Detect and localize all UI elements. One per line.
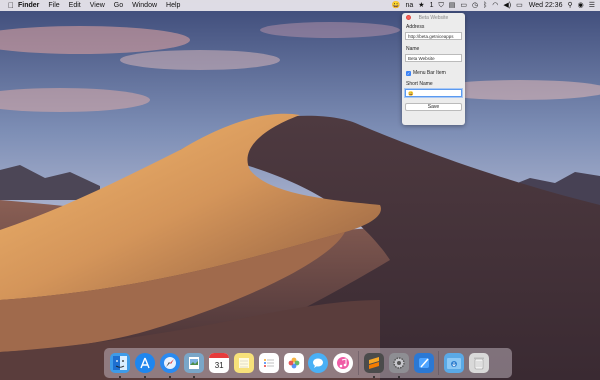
battery-icon[interactable]: ▭ (516, 0, 523, 11)
one-status-icon[interactable]: 1 (430, 0, 434, 11)
notification-center-icon[interactable]: ☰ (589, 0, 595, 11)
status-text[interactable]: na (405, 0, 413, 11)
short-name-label: Short Name (406, 81, 433, 87)
shield-status-icon[interactable]: ⛉ (438, 0, 443, 11)
desktop-wallpaper (0, 0, 600, 380)
menu-clock[interactable]: Wed 22:36 (529, 2, 563, 9)
menu-bar-item-checkbox[interactable]: ✓ Menu Bar Item (406, 70, 446, 76)
menu-go[interactable]: Go (114, 2, 123, 9)
popover-titlebar: Beta Website (402, 13, 465, 22)
name-field[interactable]: Beta Website (405, 54, 462, 62)
time-machine-icon[interactable]: ◷ (472, 0, 478, 11)
status-bar-right: 😀 na ★ 1 ⛉ ▤ ▭ ◷ ᛒ ◠ ◀) ▭ Wed 22:36 ⚲ ◉ … (387, 0, 595, 11)
safari-icon[interactable] (159, 353, 180, 378)
notes-icon[interactable] (233, 353, 254, 373)
name-label: Name (406, 46, 420, 52)
short-name-field[interactable]: 😀 (405, 89, 462, 97)
messages-icon[interactable] (308, 353, 329, 373)
sublime-text-icon[interactable] (363, 353, 384, 378)
menu-edit[interactable]: Edit (69, 2, 81, 9)
menu-help[interactable]: Help (166, 2, 180, 9)
downloads-folder-icon[interactable] (444, 353, 465, 373)
save-button[interactable]: Save (405, 103, 462, 111)
dock: 31 (104, 348, 512, 378)
calendar-header-icon (209, 353, 230, 358)
volume-icon[interactable]: ◀) (503, 0, 511, 11)
address-label: Address (406, 24, 425, 30)
clipboard-status-icon[interactable]: ▤ (449, 0, 456, 11)
finder-icon[interactable] (110, 353, 130, 378)
smiley-status-icon[interactable]: 😀 (392, 0, 401, 11)
menu-bar:  Finder File Edit View Go Window Help 😀… (0, 0, 600, 11)
menu-app-name[interactable]: Finder (18, 2, 39, 9)
close-icon[interactable] (406, 15, 411, 20)
preview-icon[interactable] (184, 353, 205, 378)
reminders-icon[interactable] (258, 353, 279, 373)
menu-window[interactable]: Window (132, 2, 157, 9)
bluetooth-icon[interactable]: ᛒ (483, 0, 487, 11)
calendar-day: 31 (214, 360, 224, 370)
menu-view[interactable]: View (90, 2, 105, 9)
star-status-icon[interactable]: ★ (418, 0, 424, 11)
beta-website-popover: Beta Website Address http://beta.getnice… (402, 13, 465, 125)
checkbox-checked-icon[interactable]: ✓ (406, 70, 411, 76)
apple-menu-icon[interactable]:  (8, 1, 18, 10)
dock-separator-2 (438, 351, 440, 375)
itunes-icon[interactable] (333, 353, 354, 373)
system-preferences-icon[interactable] (388, 353, 409, 378)
siri-icon[interactable]: ◉ (578, 0, 584, 11)
menu-file[interactable]: File (48, 2, 59, 9)
calendar-icon[interactable]: 31 (209, 353, 230, 373)
app-store-icon[interactable] (134, 353, 155, 378)
popover-title: Beta Website (418, 14, 449, 21)
desert-dunes-wallpaper (0, 0, 600, 380)
spotlight-search-icon[interactable]: ⚲ (567, 0, 572, 11)
photos-icon[interactable] (283, 353, 304, 373)
trash-icon[interactable] (469, 353, 490, 373)
wifi-icon[interactable]: ◠ (492, 0, 498, 11)
address-field[interactable]: http://beta.getniceapps (405, 32, 462, 40)
dock-separator (357, 351, 359, 375)
airplay-status-icon[interactable]: ▭ (460, 0, 467, 11)
menu-bar-item-label: Menu Bar Item (413, 70, 446, 76)
xcode-icon[interactable] (413, 353, 434, 373)
